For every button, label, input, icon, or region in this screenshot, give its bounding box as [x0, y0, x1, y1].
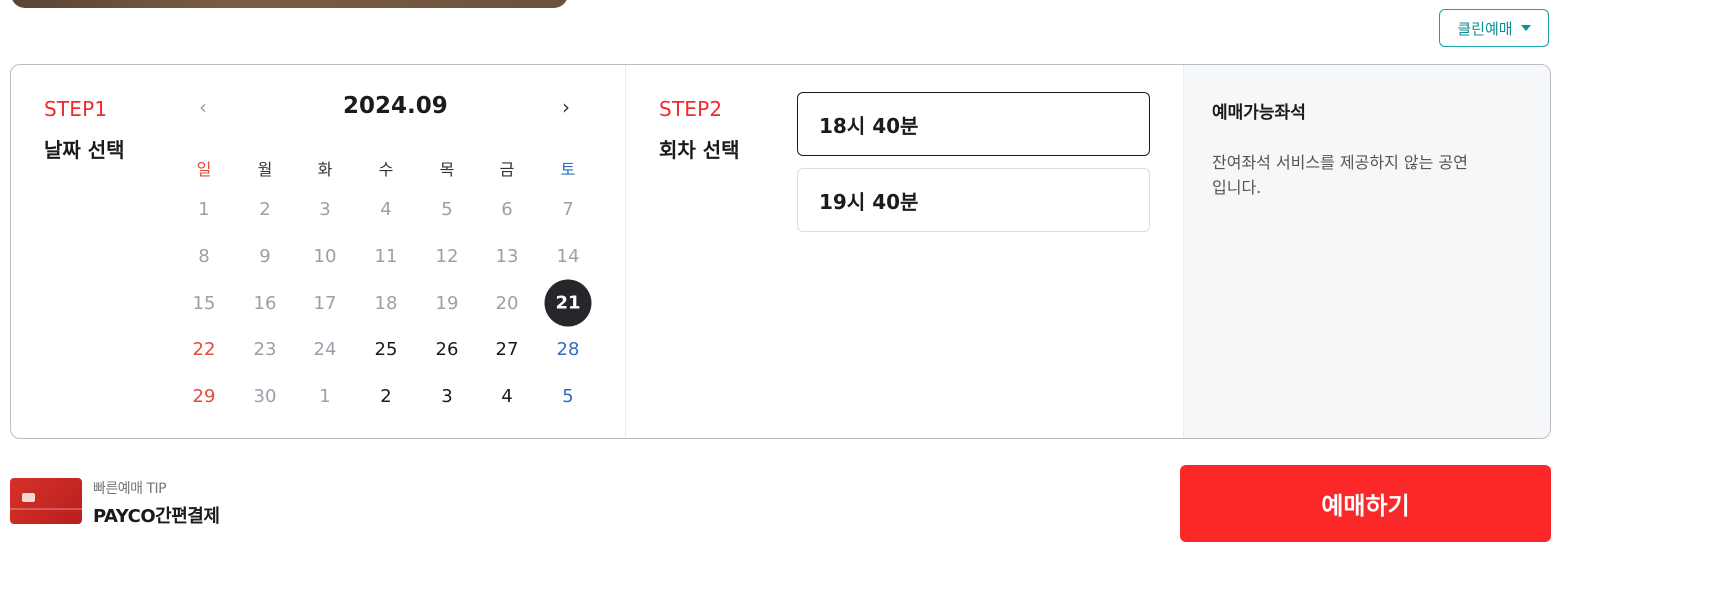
calendar-day: 22 — [192, 338, 216, 360]
calendar-day: 5 — [441, 198, 453, 220]
time-selection-section: STEP2 회차 선택 18시 40분 19시 40분 — [625, 65, 1184, 438]
calendar-day: 8 — [198, 245, 210, 267]
available-seats-section: 예매가능좌석 잔여좌석 서비스를 제공하지 않는 공연입니다. — [1183, 65, 1550, 438]
weekday-label: 금 — [499, 160, 515, 179]
calendar-day: 4 — [380, 198, 392, 220]
calendar-day: 3 — [319, 198, 331, 220]
calendar-day[interactable]: 28 — [548, 329, 588, 369]
calendar-day: 30 — [253, 385, 277, 407]
weekday-label: 토 — [560, 160, 576, 179]
calendar-day[interactable]: 26 — [427, 329, 467, 369]
calendar-day: 1 — [319, 385, 331, 407]
calendar-day: 14 — [556, 245, 580, 267]
clean-booking-dropdown[interactable]: 클린예매 — [1439, 9, 1549, 47]
prev-month-button[interactable]: ‹ — [199, 95, 207, 119]
calendar-day: 18 — [374, 292, 398, 314]
card-chip-icon — [22, 493, 35, 502]
step2-label: STEP2 — [659, 97, 723, 121]
payco-card-image — [10, 478, 82, 524]
calendar-day: 24 — [313, 338, 337, 360]
calendar-day: 19 — [435, 292, 459, 314]
calendar-day: 13 — [495, 245, 519, 267]
calendar-day: 1 — [198, 198, 210, 220]
calendar-day-selected[interactable]: 21 — [544, 279, 592, 327]
calendar-day: 17 — [313, 292, 337, 314]
quick-booking-tip-label: 빠른예매 TIP — [93, 481, 167, 497]
calendar-day: 16 — [253, 292, 277, 314]
clean-booking-label: 클린예매 — [1457, 19, 1513, 38]
calendar-day: 12 — [435, 245, 459, 267]
calendar-day: 2 — [259, 198, 271, 220]
weekday-label: 화 — [317, 160, 333, 179]
available-seats-title: 예매가능좌석 — [1212, 103, 1306, 123]
calendar-day: 23 — [253, 338, 277, 360]
calendar-day: 11 — [374, 245, 398, 267]
calendar-month-title: 2024.09 — [343, 93, 448, 119]
weekday-label: 일 — [196, 160, 212, 179]
caret-down-icon — [1520, 25, 1531, 31]
time-option-1940[interactable]: 19시 40분 — [797, 168, 1150, 232]
weekday-label: 목 — [439, 160, 455, 179]
calendar-day: 7 — [562, 198, 574, 220]
step1-title: 날짜 선택 — [44, 138, 125, 162]
chevron-left-icon: ‹ — [199, 95, 207, 119]
payco-easy-pay-link[interactable]: PAYCO간편결제 — [93, 502, 220, 528]
calendar-day: 29 — [192, 385, 216, 407]
calendar-day: 10 — [313, 245, 337, 267]
calendar-day: 6 — [501, 198, 513, 220]
booking-panel: STEP1 날짜 선택 ‹ 2024.09 › 일월화수목금토 12345678… — [10, 64, 1551, 439]
weekday-label: 월 — [257, 160, 273, 179]
calendar-day[interactable]: 5 — [548, 376, 588, 416]
weekday-label: 수 — [378, 160, 394, 179]
available-seats-description: 잔여좌석 서비스를 제공하지 않는 공연입니다. — [1212, 153, 1468, 197]
calendar-day[interactable]: 3 — [427, 376, 467, 416]
calendar-day[interactable]: 27 — [487, 329, 527, 369]
book-button[interactable]: 예매하기 — [1180, 465, 1551, 542]
calendar-day[interactable]: 4 — [487, 376, 527, 416]
poster-banner — [11, 0, 568, 8]
step1-label: STEP1 — [44, 97, 108, 121]
calendar-day: 15 — [192, 292, 216, 314]
step2-title: 회차 선택 — [659, 138, 740, 162]
calendar-day: 9 — [259, 245, 271, 267]
chevron-right-icon: › — [562, 95, 570, 119]
calendar-day[interactable]: 2 — [366, 376, 406, 416]
calendar-day: 20 — [495, 292, 519, 314]
next-month-button[interactable]: › — [562, 95, 570, 119]
time-option-1840[interactable]: 18시 40분 — [797, 92, 1150, 156]
date-selection-section: STEP1 날짜 선택 ‹ 2024.09 › 일월화수목금토 12345678… — [11, 65, 625, 438]
calendar-day[interactable]: 25 — [366, 329, 406, 369]
